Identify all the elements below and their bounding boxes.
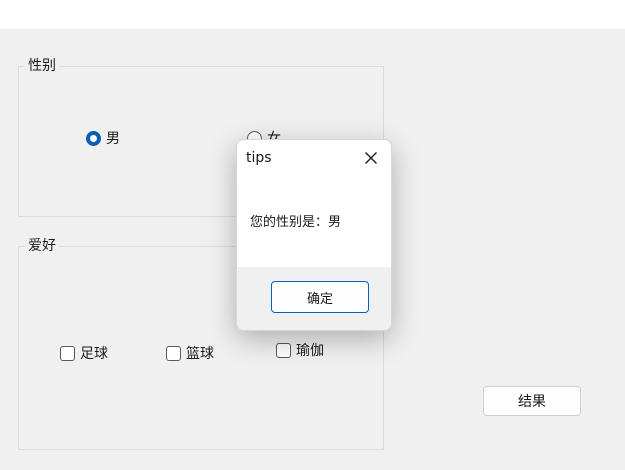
dialog-footer: 确定 [237,267,391,330]
checkbox-football-label: 足球 [80,346,108,362]
dialog-message: 您的性别是：男 [250,215,342,230]
checkbox-football-box[interactable] [60,345,75,361]
radio-male-label: 男 [106,131,120,147]
checkbox-basketball[interactable]: 篮球 [166,343,214,363]
checkbox-football[interactable]: 足球 [60,343,108,363]
title-bar[interactable] [0,0,625,29]
close-icon[interactable] [361,149,381,167]
hobby-group-title: 爱好 [25,237,59,255]
main-window: 性别 男 女 爱好 足球 篮球 瑜伽 [0,0,625,470]
ok-button[interactable]: 确定 [271,281,369,313]
dialog-title: tips [246,150,272,166]
checkbox-yoga-label: 瑜伽 [296,343,324,359]
tips-dialog: tips 您的性别是：男 确定 [236,139,392,331]
checkbox-yoga[interactable]: 瑜伽 [276,340,324,360]
radio-male[interactable]: 男 [86,128,120,148]
radio-male-indicator[interactable] [86,130,101,146]
checkbox-basketball-box[interactable] [166,345,181,361]
checkbox-yoga-box[interactable] [276,342,291,358]
result-button[interactable]: 结果 [483,386,581,416]
gender-group-title: 性别 [25,57,59,75]
checkbox-basketball-label: 篮球 [186,346,214,362]
